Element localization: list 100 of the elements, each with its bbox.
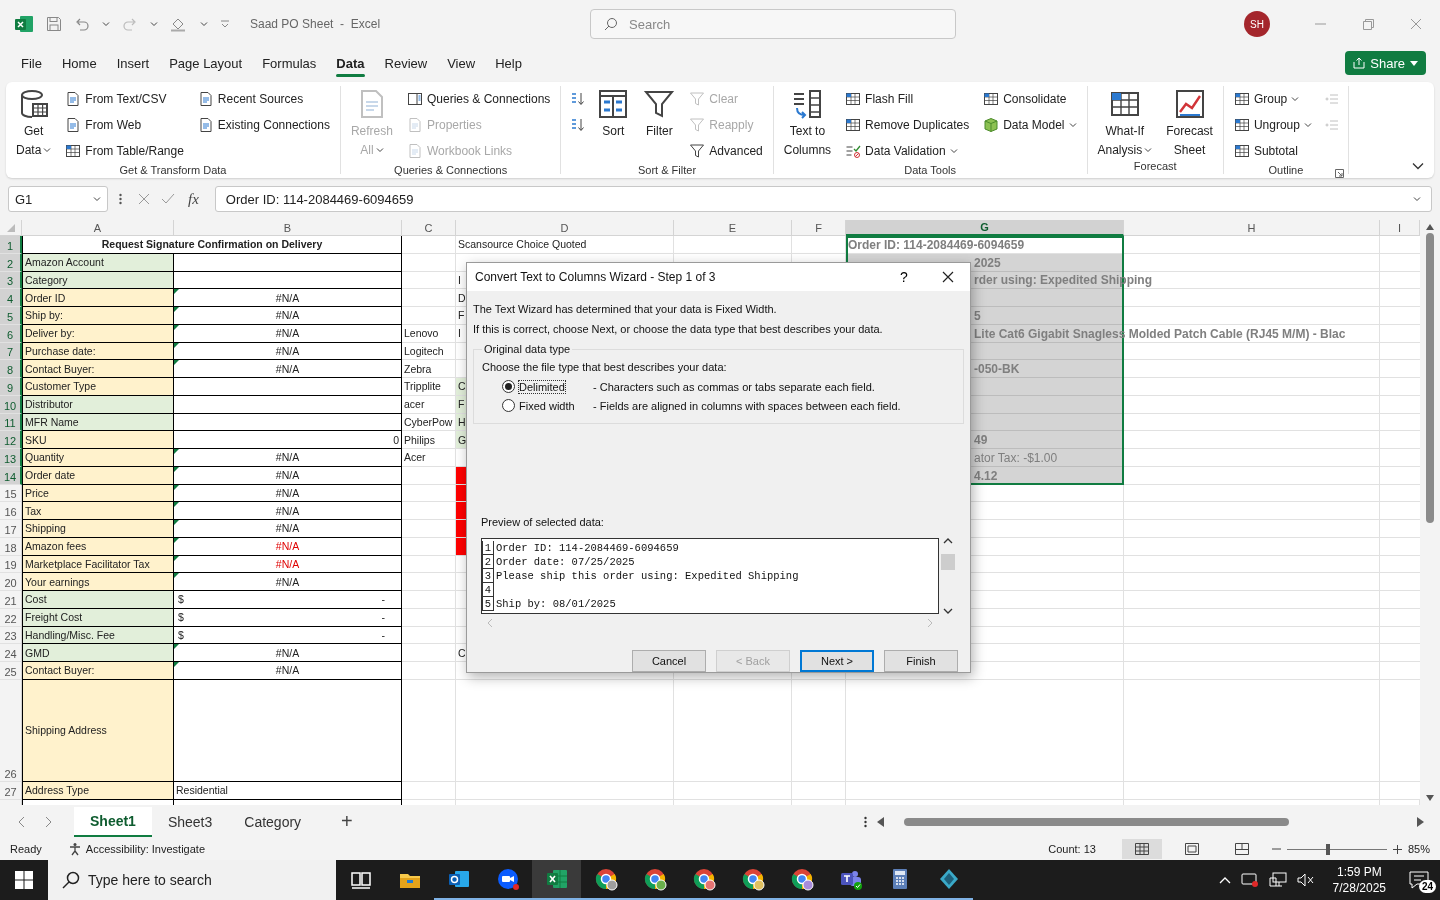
scroll-thumb[interactable]	[1426, 232, 1434, 523]
row-header[interactable]: 8	[0, 360, 22, 378]
paint-bucket-icon[interactable]	[170, 16, 188, 32]
column-header[interactable]: D	[456, 220, 674, 236]
ribbon-button[interactable]: Group	[1229, 86, 1316, 112]
column-header[interactable]: I	[1380, 220, 1420, 236]
ribbon-button[interactable]: Flash Fill	[841, 86, 974, 112]
ribbon-button[interactable]: Filter	[639, 86, 680, 141]
previous-sheet-icon[interactable]	[18, 815, 25, 828]
row-header[interactable]: 26	[0, 679, 22, 782]
dialog-launcher-icon[interactable]	[1334, 169, 1344, 178]
ribbon-button[interactable]: Consolidate	[979, 86, 1081, 112]
clock-time[interactable]: 1:59 PM	[1336, 864, 1382, 880]
network-icon[interactable]	[1268, 872, 1287, 888]
ribbon-button[interactable]: Advanced	[685, 138, 767, 164]
normal-view-button[interactable]	[1121, 839, 1162, 859]
scroll-up-icon[interactable]	[1426, 224, 1434, 230]
formula-field[interactable]: Order ID: 114-2084469-6094659	[214, 186, 1432, 212]
dialog-button[interactable]: Cancel	[632, 650, 706, 672]
row-header[interactable]: 1	[0, 236, 22, 254]
checkmark-icon[interactable]	[161, 193, 175, 205]
ribbon-button[interactable]: Text to Columns	[779, 86, 836, 160]
row-header[interactable]: 24	[0, 644, 22, 662]
row-header[interactable]: 13	[0, 449, 22, 467]
taskbar-search-field[interactable]: Type here to search	[48, 860, 336, 900]
row-header[interactable]: 4	[0, 289, 22, 307]
cancel-icon[interactable]	[138, 193, 150, 205]
notification-button[interactable]: 24	[1404, 865, 1434, 895]
zoom-in-icon[interactable]	[1392, 844, 1402, 854]
ribbon-button[interactable]: What-If Analysis	[1093, 86, 1157, 160]
next-sheet-icon[interactable]	[45, 815, 52, 828]
option-label[interactable]: Delimited	[519, 380, 565, 393]
row-header[interactable]: 16	[0, 502, 22, 520]
name-box[interactable]: G1	[8, 186, 108, 212]
dialog-button[interactable]: Next >	[800, 650, 874, 672]
row-header[interactable]: 5	[0, 307, 22, 325]
menu-tab[interactable]: Data	[327, 49, 374, 77]
row-header[interactable]: 12	[0, 431, 22, 449]
column-header[interactable]: C	[402, 220, 456, 236]
ribbon-button[interactable]: Subtotal	[1229, 138, 1316, 164]
sheet-tab[interactable]: Sheet3	[151, 806, 229, 837]
radio-button[interactable]	[502, 399, 515, 412]
ribbon-button[interactable]: From Table/Range	[61, 138, 188, 164]
accessibility-button[interactable]: Accessibility: Investigate	[67, 842, 205, 856]
row-header[interactable]: 9	[0, 378, 22, 396]
scroll-down-icon[interactable]	[943, 608, 953, 614]
column-header[interactable]: B	[174, 220, 402, 236]
menu-tab[interactable]: Formulas	[253, 49, 326, 77]
customize-icon[interactable]	[220, 19, 230, 29]
menu-tab[interactable]: Insert	[107, 49, 159, 77]
more-options-icon[interactable]	[118, 193, 122, 205]
meeting-icon[interactable]	[1240, 872, 1259, 888]
scroll-thumb[interactable]	[941, 554, 955, 570]
help-button[interactable]: ?	[882, 263, 926, 291]
column-header[interactable]: F	[792, 220, 846, 236]
menu-tab[interactable]: View	[438, 49, 485, 77]
column-header[interactable]: A	[22, 220, 174, 236]
column-header[interactable]: H	[1124, 220, 1380, 236]
radio-button[interactable]	[502, 380, 515, 393]
column-header[interactable]: G	[846, 220, 1124, 236]
share-button[interactable]: Share	[1345, 51, 1426, 75]
ribbon-button[interactable]: Ungroup	[1229, 112, 1316, 138]
sheet-tab[interactable]: Sheet1	[74, 806, 152, 837]
user-avatar[interactable]: SH	[1244, 11, 1270, 37]
ribbon-button[interactable]: Queries & Connections	[402, 86, 555, 112]
menu-tab[interactable]: File	[12, 49, 51, 77]
sheet-tab[interactable]: Category	[228, 806, 318, 837]
ribbon-button[interactable]: Get Data	[12, 86, 56, 160]
chevron-down-icon[interactable]	[1412, 162, 1424, 170]
ribbon-button[interactable]: Existing Connections	[193, 112, 334, 138]
chevron-up-icon[interactable]	[1218, 876, 1231, 884]
add-sheet-button[interactable]: +	[335, 809, 359, 834]
search-field[interactable]: Search	[590, 9, 956, 39]
option-label[interactable]: Fixed width	[519, 399, 575, 412]
ribbon-button[interactable]: Sort	[593, 86, 634, 141]
ribbon-button[interactable]: From Web	[61, 112, 188, 138]
zoom-level[interactable]: 85%	[1407, 843, 1430, 855]
menu-tab[interactable]: Review	[375, 49, 437, 77]
row-header[interactable]: 25	[0, 662, 22, 680]
ribbon-button[interactable]: Data Model	[979, 112, 1081, 138]
speaker-muted-icon[interactable]	[1296, 872, 1315, 888]
column-header[interactable]: E	[674, 220, 792, 236]
row-header[interactable]: 20	[0, 573, 22, 591]
insert-function-button[interactable]: fx	[180, 190, 207, 208]
menu-tab[interactable]: Home	[52, 49, 106, 77]
scroll-right-icon[interactable]	[1417, 816, 1424, 827]
save-icon[interactable]	[46, 16, 62, 32]
row-header[interactable]: 17	[0, 520, 22, 538]
scroll-down-icon[interactable]	[1426, 795, 1434, 801]
row-header[interactable]: 21	[0, 591, 22, 609]
ribbon-button[interactable]: Data Validation	[841, 138, 974, 164]
dialog-button[interactable]: Finish	[884, 650, 958, 672]
more-options-icon[interactable]	[864, 815, 867, 828]
scroll-left-icon[interactable]	[877, 816, 884, 827]
undo-icon[interactable]	[74, 16, 90, 32]
scroll-up-icon[interactable]	[943, 538, 953, 544]
ribbon-button[interactable]: Forecast Sheet	[1162, 86, 1217, 160]
menu-tab[interactable]: Page Layout	[160, 49, 252, 77]
ribbon-button[interactable]: From Text/CSV	[61, 86, 188, 112]
menu-tab[interactable]: Help	[486, 49, 531, 77]
